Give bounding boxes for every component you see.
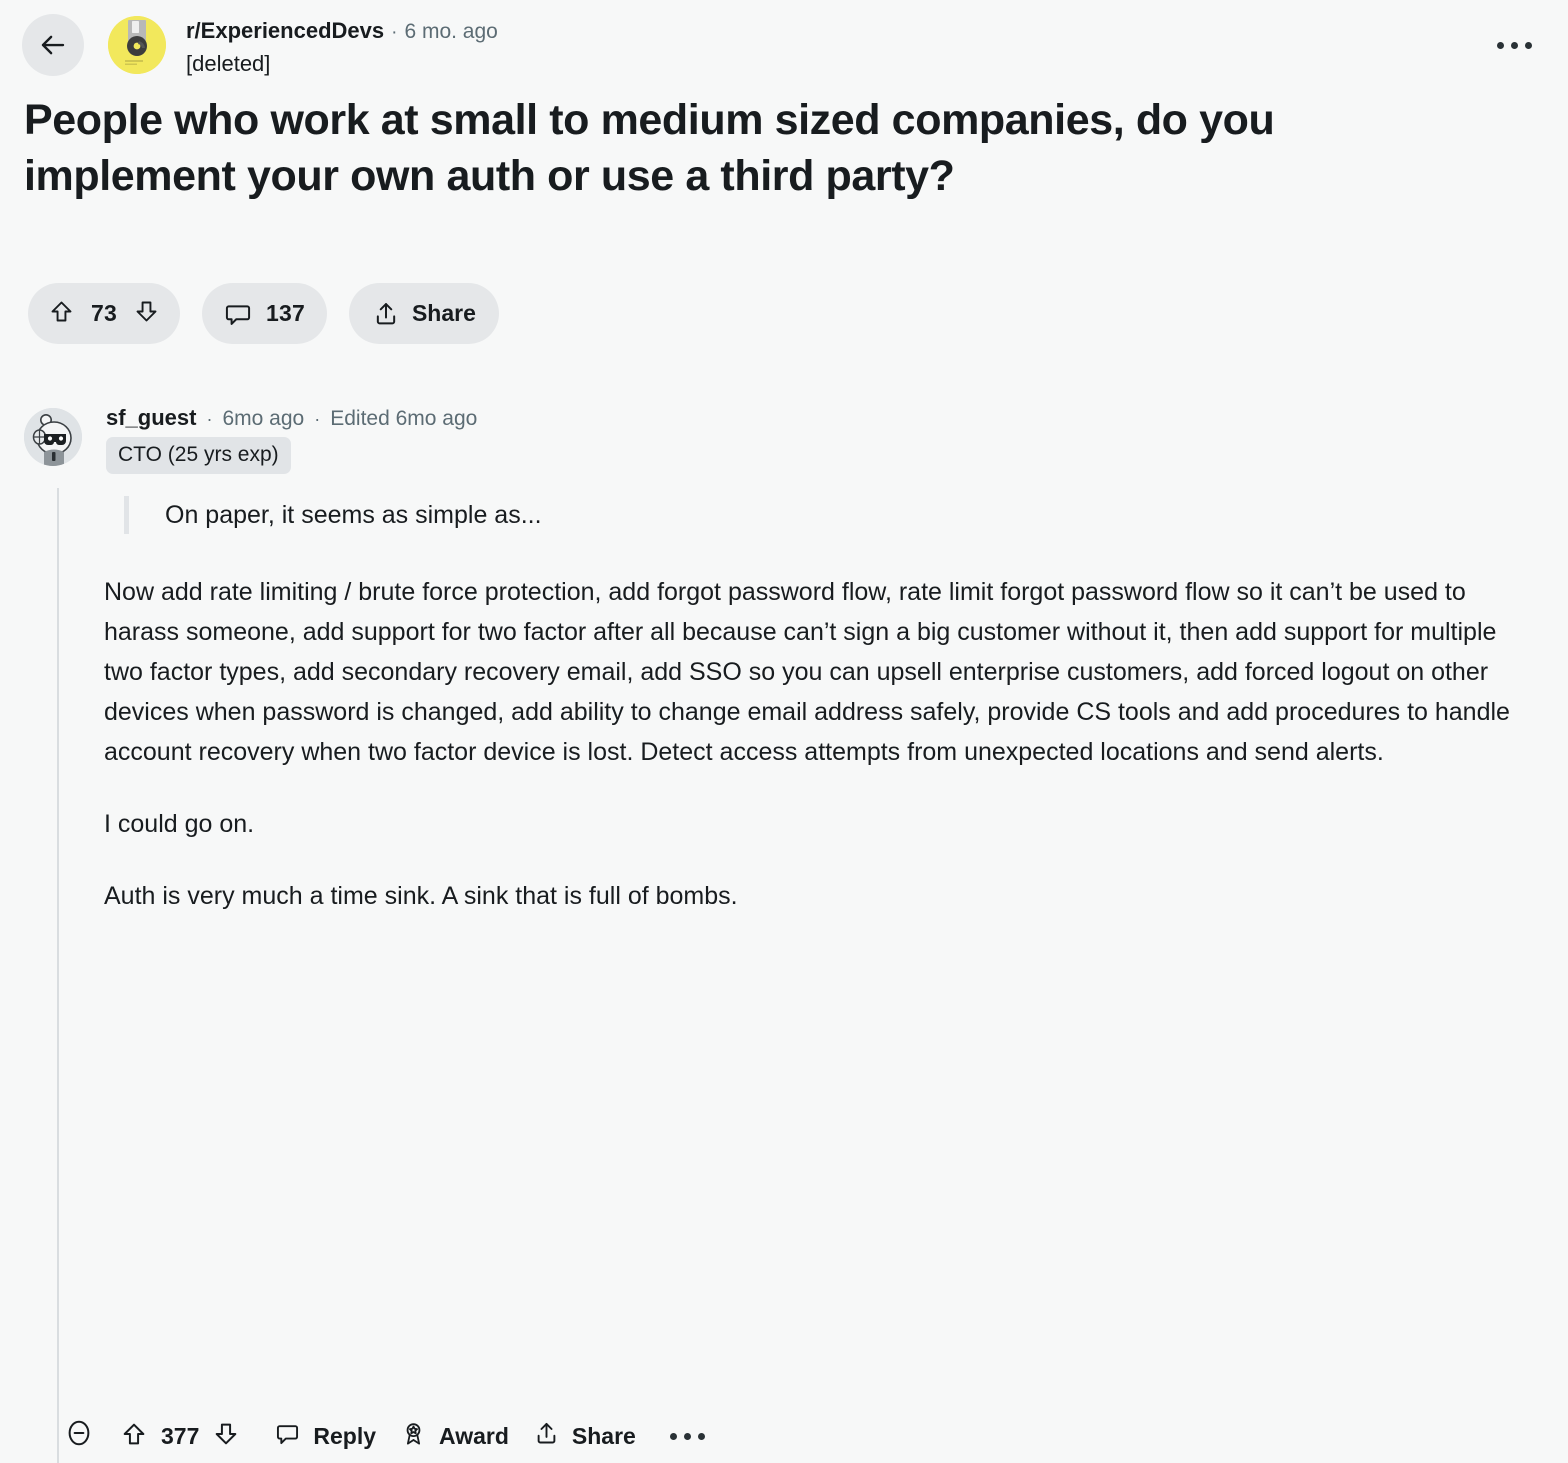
comment-body: On paper, it seems as simple as... Now a…	[104, 496, 1514, 916]
comment-award-label: Award	[439, 1422, 509, 1449]
avatar[interactable]	[24, 408, 82, 466]
floppy-disk-icon	[108, 16, 166, 74]
share-icon	[372, 300, 400, 328]
blockquote-text: On paper, it seems as simple as...	[165, 501, 542, 529]
post-action-bar: 73 137 Share	[28, 283, 499, 344]
comment-reply-label: Reply	[313, 1422, 377, 1449]
post-title: People who work at small to medium sized…	[24, 96, 1275, 200]
more-horizontal-icon	[669, 1432, 705, 1440]
comment-overflow-button[interactable]	[658, 1421, 717, 1452]
comment-author-link[interactable]: sf_guest	[106, 404, 196, 432]
post-author: [deleted]	[186, 51, 271, 76]
comment-award-button[interactable]: Award	[388, 1412, 521, 1461]
comment-meta-line: sf_guest · 6mo ago · Edited 6mo ago	[106, 404, 477, 433]
downvote-arrow-icon	[212, 1420, 240, 1453]
post-meta-line: r/ExperiencedDevs · 6 mo. ago	[186, 17, 498, 47]
comment-edited: Edited 6mo ago	[330, 407, 478, 430]
post-vote-pill: 73	[28, 283, 180, 344]
comment-collapse-button[interactable]	[54, 1410, 104, 1462]
post-upvote-button[interactable]	[48, 298, 75, 330]
downvote-arrow-icon	[133, 298, 160, 330]
post-score: 73	[91, 300, 117, 326]
upvote-arrow-icon	[120, 1420, 148, 1453]
post-comment-count: 137	[265, 300, 305, 326]
more-horizontal-icon	[1497, 42, 1532, 49]
comment-vote-group: 377	[120, 1420, 240, 1453]
post-comments-button[interactable]: 137	[201, 283, 327, 344]
comment-reply-button[interactable]: Reply	[262, 1412, 388, 1461]
post-share-button[interactable]: Share	[348, 283, 499, 344]
post-overflow-button[interactable]	[1489, 34, 1540, 57]
back-button[interactable]	[22, 14, 84, 76]
comment-downvote-button[interactable]	[212, 1420, 240, 1453]
comment-paragraph: Auth is very much a time sink. A sink th…	[104, 882, 738, 910]
post-age: 6 mo. ago	[404, 20, 498, 43]
comment-meta-separator-1: ·	[206, 409, 213, 429]
author-flair-badge: CTO (25 yrs exp)	[106, 437, 291, 474]
award-medal-icon	[400, 1420, 427, 1453]
share-icon	[533, 1420, 560, 1453]
comment-upvote-button[interactable]	[120, 1420, 148, 1453]
post-share-label: Share	[411, 300, 476, 326]
comment-bubble-icon	[274, 1420, 301, 1453]
comment-bubble-icon	[224, 300, 252, 328]
comment-blockquote: On paper, it seems as simple as...	[124, 496, 1514, 534]
subreddit-link[interactable]: r/ExperiencedDevs	[186, 17, 384, 45]
comment-share-button[interactable]: Share	[521, 1412, 648, 1461]
back-arrow-icon	[38, 30, 68, 60]
meta-separator: ·	[391, 22, 398, 43]
post-downvote-button[interactable]	[133, 298, 160, 330]
comment-share-label: Share	[571, 1422, 636, 1449]
upvote-arrow-icon	[48, 298, 75, 330]
comment-meta: sf_guest · 6mo ago · Edited 6mo ago CTO …	[106, 404, 477, 474]
post-meta: r/ExperiencedDevs · 6 mo. ago [deleted]	[186, 17, 498, 78]
comment-paragraph: Now add rate limiting / brute force prot…	[104, 578, 1510, 766]
collapse-minus-circle-icon	[64, 1418, 94, 1454]
comment-paragraph: I could go on.	[104, 810, 255, 838]
subreddit-avatar[interactable]	[108, 16, 166, 74]
comment-age: 6mo ago	[222, 407, 305, 430]
post-page: r/ExperiencedDevs · 6 mo. ago [deleted] …	[0, 0, 1568, 1463]
comment-meta-separator-2: ·	[314, 409, 321, 429]
post-header: r/ExperiencedDevs · 6 mo. ago [deleted]	[22, 14, 498, 78]
comment: sf_guest · 6mo ago · Edited 6mo ago CTO …	[24, 404, 1524, 1463]
comment-action-bar: 377 Reply Award Share	[54, 1410, 717, 1462]
comment-thread-line[interactable]	[57, 488, 59, 1463]
comment-score: 377	[161, 1422, 200, 1449]
snoo-avatar-icon	[24, 408, 82, 466]
comment-header: sf_guest · 6mo ago · Edited 6mo ago CTO …	[24, 404, 1524, 474]
